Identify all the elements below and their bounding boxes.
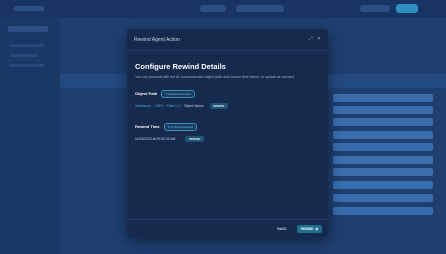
app-sidebar-item [10,44,44,47]
object-path-label: Object Path [135,91,158,97]
rewind-modal: Rewind Agent Action ⤢ ✕ Configure Rewind… [127,29,328,237]
app-list-row [333,168,433,176]
breadcrumb-separator-icon: › [152,103,154,108]
app-primary-button [396,4,418,13]
app-logo [14,6,44,11]
modal-body: Configure Rewind Details You can proceed… [127,51,328,142]
app-sidebar-item [10,64,44,67]
breadcrumb-item[interactable]: ODS [155,104,162,108]
rewind-time-value: 11/03/2022 at 09:52:22 AM [135,136,176,141]
app-list-row [333,194,433,202]
app-nav-item [200,5,226,12]
app-search-bar [236,5,284,12]
app-list-row [333,156,433,164]
page-title: Configure Rewind Details [135,62,226,71]
rewind-time-label-row: Rewind Time ✎ AI Recommended [135,122,320,131]
app-list-row [333,118,433,126]
ai-recommended-badge: ✎ AI Recommended [163,122,197,131]
close-icon[interactable]: ✕ [317,37,321,42]
modal-description: You can proceed with the AI-recommended … [135,75,295,79]
breadcrumb-item[interactable]: Field 1.2 [167,104,180,108]
badge-label: AI Recommended [170,124,193,129]
ai-recommended-badge: ✎ AI Recommended [161,90,195,98]
app-list-row [333,181,433,189]
back-button[interactable]: BACK [277,227,286,231]
rewind-time-label: Rewind Time [135,124,160,130]
rewind-button-label: REWIND [300,226,314,231]
app-list-row [333,143,433,151]
expand-icon[interactable]: ⤢ [309,37,313,42]
app-list-row [333,207,433,215]
app-nav-item [360,5,390,12]
breadcrumb-separator-icon: › [181,103,183,108]
object-path-breadcrumb: Salesforce › ODS › Field 1.2 › Object Na… [135,102,320,109]
rewind-button[interactable]: REWIND ⧉ [296,224,322,233]
app-list-row [333,94,433,102]
object-path-label-row: Object Path ✎ AI Recommended [135,90,320,98]
update-rewind-time-button[interactable]: UPDATE [185,135,204,142]
breadcrumb-separator-icon: › [164,103,166,108]
badge-label: AI Recommended [168,91,191,96]
modal-header: Rewind Agent Action ⤢ ✕ [127,29,328,51]
app-list-row [333,106,433,114]
app-list-row [333,131,433,139]
update-object-path-button[interactable]: UPDATE [209,102,228,109]
rewind-time-row: 11/03/2022 at 09:52:22 AM UPDATE [135,135,320,142]
external-link-icon: ⧉ [315,226,318,231]
breadcrumb-current: Object Name [183,103,204,108]
modal-title: Rewind Agent Action [134,36,180,43]
breadcrumb-item[interactable]: Salesforce [135,104,151,108]
app-sidebar-header [8,26,48,32]
app-sidebar-item [10,54,38,57]
modal-footer: BACK REWIND ⧉ [127,219,328,237]
